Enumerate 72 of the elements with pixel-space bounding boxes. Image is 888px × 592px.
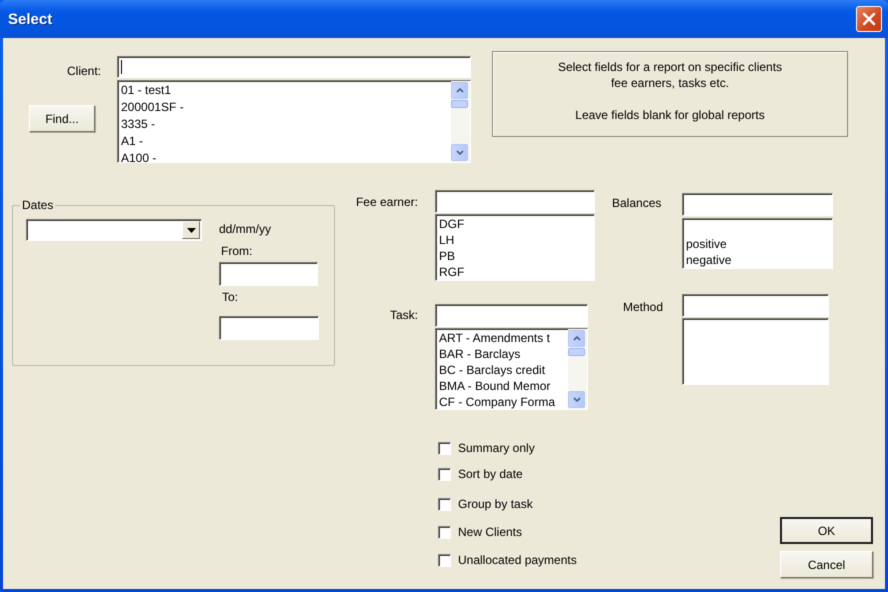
task-field[interactable]	[435, 304, 588, 327]
fee-earner-field[interactable]	[435, 190, 595, 213]
close-button[interactable]	[856, 6, 882, 32]
client-field[interactable]	[117, 56, 471, 78]
list-item[interactable]: A100 -	[121, 150, 451, 162]
checkbox[interactable]	[438, 498, 451, 510]
list-box[interactable]	[682, 318, 829, 385]
balances-field[interactable]	[682, 193, 833, 216]
checkbox[interactable]	[438, 526, 451, 538]
field-label: Task:	[390, 308, 418, 322]
scroll-down-button[interactable]	[568, 391, 585, 408]
info-text: Leave fields blank for global reports	[575, 107, 765, 123]
checkbox-label[interactable]: Unallocated payments	[458, 553, 577, 567]
checkbox[interactable]	[438, 554, 451, 566]
scroll-up-button[interactable]	[451, 82, 468, 99]
scrollbar[interactable]	[568, 329, 587, 409]
info-text: fee earners, tasks etc.	[610, 75, 730, 91]
checkbox-label[interactable]: New Clients	[458, 525, 522, 539]
dropdown-button[interactable]	[182, 221, 200, 239]
list-box[interactable]: positive negative	[682, 218, 833, 269]
info-text: Select fields for a report on specific clients	[558, 59, 782, 75]
from-date-field[interactable]	[219, 262, 318, 286]
group-title: Dates	[20, 198, 56, 212]
field-label: To:	[222, 290, 238, 304]
window-title: Select	[8, 10, 52, 28]
list-item[interactable]: PB	[439, 248, 594, 264]
close-icon	[862, 12, 876, 26]
scroll-down-button[interactable]	[451, 144, 468, 161]
checkbox-label[interactable]: Sort by date	[458, 467, 523, 481]
checkbox[interactable]	[438, 442, 451, 454]
list-item[interactable]: A1 -	[121, 133, 451, 150]
checkbox[interactable]	[438, 468, 451, 480]
list-item[interactable]: CF - Company Forma	[439, 394, 568, 409]
list-item[interactable]: 3335 -	[121, 116, 451, 133]
list-item[interactable]: positive	[686, 236, 832, 252]
text-cursor-icon	[121, 60, 122, 74]
field-label: Method	[623, 300, 664, 314]
list-box[interactable]: 01 - test1 200001SF - 3335 - A1 - A100 -	[117, 80, 471, 163]
list-item[interactable]: 200001SF -	[121, 99, 451, 116]
checkbox-label[interactable]: Summary only	[458, 441, 535, 455]
list-item[interactable]: BMA - Bound Memor	[439, 378, 568, 394]
list-box[interactable]: ART - Amendments t BAR - Barclays BC - Barclays credit BMA - Bound Memor CF - Company Forma	[435, 328, 588, 410]
dropdown-arrow-icon	[186, 228, 196, 232]
list-item[interactable]: BC - Barclays credit	[439, 362, 568, 378]
date-range-dropdown[interactable]	[26, 219, 202, 241]
chevron-up-icon	[456, 88, 464, 93]
checkbox-label[interactable]: Group by task	[458, 497, 533, 511]
field-label: Balances	[612, 196, 662, 210]
list-item[interactable]: LH	[439, 232, 594, 248]
chevron-up-icon	[572, 336, 580, 341]
list-item[interactable]: BAR - Barclays	[439, 346, 568, 362]
to-date-field[interactable]	[219, 316, 319, 340]
chevron-down-icon	[572, 397, 580, 402]
scrollbar-thumb[interactable]	[568, 348, 585, 356]
list-item[interactable]: ART - Amendments t	[439, 330, 568, 346]
method-field[interactable]	[682, 294, 829, 317]
scroll-up-button[interactable]	[568, 330, 585, 347]
scrollbar-thumb[interactable]	[451, 100, 468, 108]
ok-button[interactable]: OK	[780, 517, 873, 544]
field-label: From:	[221, 244, 252, 258]
scrollbar[interactable]	[451, 81, 470, 162]
field-label: dd/mm/yy	[219, 222, 272, 236]
field-label: Fee earner:	[356, 195, 418, 209]
list-item[interactable]: 01 - test1	[121, 82, 451, 99]
chevron-down-icon	[456, 150, 464, 155]
find-button[interactable]: Find...	[29, 105, 95, 132]
list-box[interactable]: DGF LH PB RGF	[435, 214, 595, 281]
list-item[interactable]: DGF	[439, 216, 594, 232]
cancel-button[interactable]: Cancel	[780, 551, 873, 578]
list-item[interactable]: negative	[686, 252, 832, 268]
list-item[interactable]: RGF	[439, 264, 594, 280]
field-label: Client:	[66, 64, 101, 78]
